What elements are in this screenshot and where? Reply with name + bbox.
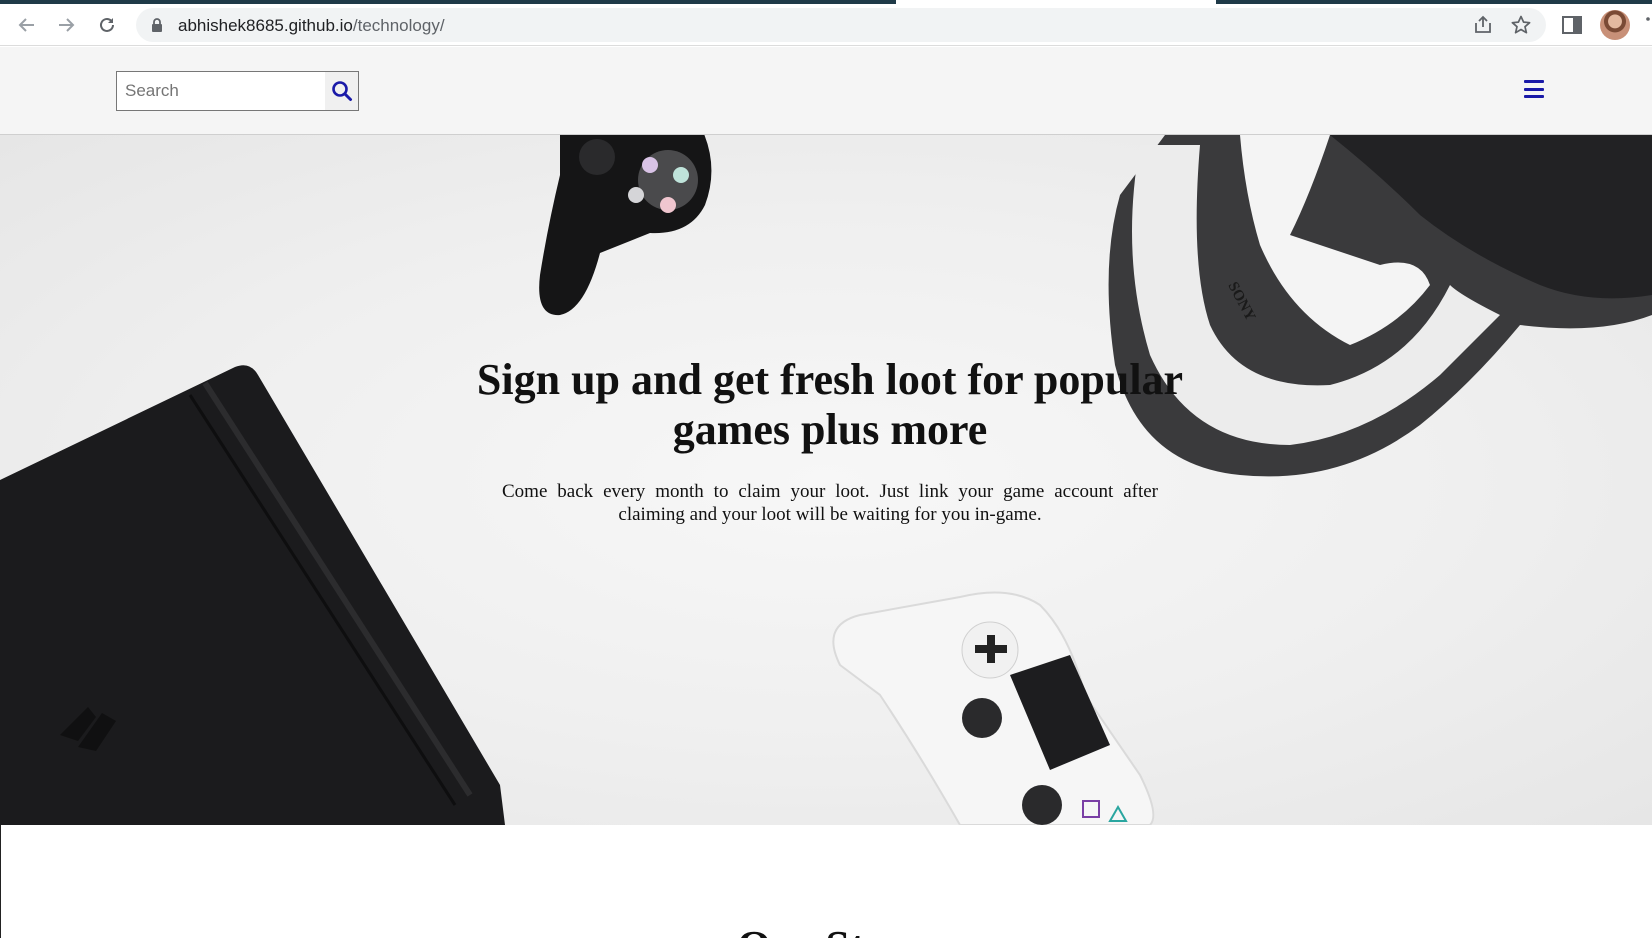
browser-toolbar: abhishek8685.github.io/technology/ — [0, 4, 1652, 46]
magnifier-icon — [331, 81, 352, 101]
section-title: Our St — [737, 921, 865, 938]
avatar[interactable] — [1600, 10, 1630, 40]
hamburger-icon[interactable] — [1524, 80, 1544, 98]
star-icon[interactable] — [1510, 14, 1532, 36]
side-panel-icon[interactable] — [1560, 13, 1584, 37]
white-controller-image — [832, 591, 1155, 825]
hero-description: Come back every month to claim your loot… — [502, 481, 1158, 525]
lock-icon[interactable] — [150, 17, 164, 33]
black-controller-image — [539, 135, 712, 316]
reload-icon[interactable] — [93, 11, 121, 39]
url-domain: abhishek8685.github.io — [178, 16, 353, 35]
share-icon[interactable] — [1472, 14, 1494, 36]
url-path: /technology/ — [352, 16, 445, 35]
forward-arrow-icon[interactable] — [52, 11, 80, 39]
hero-banner: SONY Sign up and get fresh loot for popu… — [0, 135, 1652, 825]
stories-section: Our St — [0, 825, 1652, 938]
site-header — [0, 47, 1652, 135]
back-arrow-icon[interactable] — [13, 11, 41, 39]
address-bar[interactable]: abhishek8685.github.io/technology/ — [136, 8, 1546, 42]
hero-title: Sign up and get fresh loot for popular g… — [476, 355, 1184, 454]
search-form — [116, 71, 359, 111]
search-button[interactable] — [325, 72, 358, 110]
search-input[interactable] — [117, 72, 325, 110]
url-text[interactable]: abhishek8685.github.io/technology/ — [178, 16, 445, 36]
chrome-menu-icon[interactable] — [1646, 16, 1650, 34]
